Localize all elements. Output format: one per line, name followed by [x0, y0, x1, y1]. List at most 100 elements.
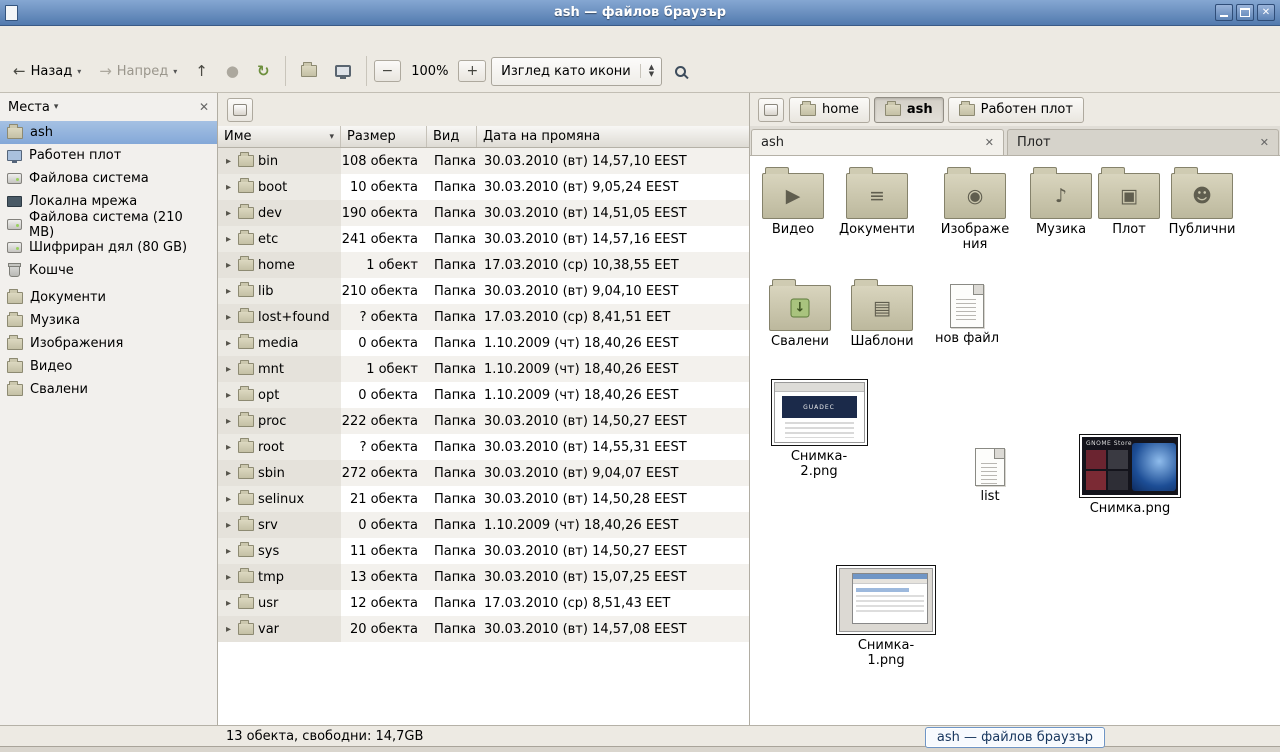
tree-row[interactable]: ▸ mnt 1 обект Папка 1.10.2009 (чт) 18,40…	[218, 356, 749, 382]
expander-icon[interactable]: ▸	[223, 598, 234, 609]
menu-item[interactable]	[22, 35, 40, 41]
folder-item[interactable]: ♪ Музика	[1025, 166, 1097, 237]
column-header-type[interactable]: Вид	[427, 126, 477, 147]
stop-button[interactable]: ●	[218, 57, 247, 85]
expander-icon[interactable]: ▸	[223, 260, 234, 271]
home-button[interactable]	[293, 58, 325, 84]
tree-row[interactable]: ▸ dev 190 обекта Папка 30.03.2010 (вт) 1…	[218, 200, 749, 226]
tree-row[interactable]: ▸ home 1 обект Папка 17.03.2010 (ср) 10,…	[218, 252, 749, 278]
folder-item[interactable]: ▶ Видео	[757, 166, 829, 237]
expander-icon[interactable]: ▸	[223, 338, 234, 349]
breadcrumb-button[interactable]: Работен плот	[948, 97, 1084, 123]
taskbar-window-button[interactable]: ash — файлов браузър	[925, 727, 1105, 748]
folder-item[interactable]: ▣ Плот	[1097, 166, 1161, 237]
sidebar-item[interactable]: Изображения	[0, 332, 217, 355]
up-button[interactable]: ↑	[187, 57, 216, 85]
tab-close-icon[interactable]: ✕	[985, 136, 994, 149]
menu-item[interactable]	[58, 35, 76, 41]
expander-icon[interactable]: ▸	[223, 494, 234, 505]
sidebar-item[interactable]: Свалени	[0, 378, 217, 401]
expander-icon[interactable]: ▸	[223, 156, 234, 167]
view-mode-dropdown[interactable]: Изглед като икони ▲▼	[491, 57, 662, 86]
sidebar-item[interactable]: Файлова система	[0, 167, 217, 190]
expander-icon[interactable]: ▸	[223, 208, 234, 219]
expander-icon[interactable]: ▸	[223, 286, 234, 297]
sidebar-item[interactable]: Файлова система (210 MB)	[0, 213, 217, 236]
column-header-name[interactable]: Име▾	[218, 126, 341, 147]
back-history-chevron-icon[interactable]: ▾	[77, 67, 81, 76]
tree-row[interactable]: ▸ root ? обекта Папка 30.03.2010 (вт) 14…	[218, 434, 749, 460]
menu-item[interactable]	[40, 35, 58, 41]
tree-row[interactable]: ▸ bin 108 обекта Папка 30.03.2010 (вт) 1…	[218, 148, 749, 174]
column-header-size[interactable]: Размер	[341, 126, 427, 147]
folder-item[interactable]: ☻ Публични	[1164, 166, 1240, 237]
image-item[interactable]: Снимка-1.png	[834, 565, 938, 668]
tree-row[interactable]: ▸ lost+found ? обекта Папка 17.03.2010 (…	[218, 304, 749, 330]
expander-icon[interactable]: ▸	[223, 234, 234, 245]
expander-icon[interactable]: ▸	[223, 364, 234, 375]
expander-icon[interactable]: ▸	[223, 182, 234, 193]
sidebar-item[interactable]: Видео	[0, 355, 217, 378]
sidebar-item[interactable]: Документи	[0, 286, 217, 309]
expander-icon[interactable]: ▸	[223, 520, 234, 531]
menu-item[interactable]	[4, 35, 22, 41]
expander-icon[interactable]: ▸	[223, 624, 234, 635]
root-location-button[interactable]	[227, 98, 253, 122]
tree-row[interactable]: ▸ etc 241 обекта Папка 30.03.2010 (вт) 1…	[218, 226, 749, 252]
tree-row[interactable]: ▸ lib 210 обекта Папка 30.03.2010 (вт) 9…	[218, 278, 749, 304]
sidebar-item[interactable]: Работен плот	[0, 144, 217, 167]
expander-icon[interactable]: ▸	[223, 572, 234, 583]
computer-button[interactable]	[327, 58, 359, 84]
sidebar-item[interactable]: Кошче	[0, 259, 217, 282]
folder-item[interactable]: ≡ Документи	[837, 166, 917, 237]
tab[interactable]: Плот ✕	[1007, 129, 1279, 155]
tab[interactable]: ash ✕	[751, 129, 1004, 155]
menu-item[interactable]	[76, 35, 94, 41]
breadcrumb-button[interactable]: home	[789, 97, 870, 123]
file-item[interactable]: нов файл	[932, 284, 1002, 346]
file-item[interactable]: list	[957, 448, 1023, 504]
search-button[interactable]	[667, 59, 694, 84]
tree-row[interactable]: ▸ opt 0 обекта Папка 1.10.2009 (чт) 18,4…	[218, 382, 749, 408]
column-header-date[interactable]: Дата на промяна	[477, 126, 749, 147]
tree-row[interactable]: ▸ tmp 13 обекта Папка 30.03.2010 (вт) 15…	[218, 564, 749, 590]
sidebar-title[interactable]: Места	[8, 100, 50, 115]
sidebar-close-icon[interactable]: ✕	[199, 100, 209, 114]
image-item[interactable]: GNOME Store Снимка.png	[1078, 434, 1182, 516]
minimize-button[interactable]	[1215, 4, 1233, 21]
tree-row[interactable]: ▸ proc 222 обекта Папка 30.03.2010 (вт) …	[218, 408, 749, 434]
reload-button[interactable]: ↻	[249, 57, 278, 85]
tree-row[interactable]: ▸ sys 11 обекта Папка 30.03.2010 (вт) 14…	[218, 538, 749, 564]
expander-icon[interactable]: ▸	[223, 546, 234, 557]
tree-row[interactable]: ▸ sbin 272 обекта Папка 30.03.2010 (вт) …	[218, 460, 749, 486]
breadcrumb-button[interactable]: ash	[874, 97, 944, 123]
back-button[interactable]: ← Назад ▾	[5, 57, 89, 86]
tree-row[interactable]: ▸ usr 12 обекта Папка 17.03.2010 (ср) 8,…	[218, 590, 749, 616]
folder-item[interactable]: ▤ Шаблони	[845, 278, 919, 349]
folder-item[interactable]: ◉ Изображения	[932, 166, 1018, 252]
zoom-in-button[interactable]: +	[458, 60, 486, 82]
tree-row[interactable]: ▸ var 20 обекта Папка 30.03.2010 (вт) 14…	[218, 616, 749, 642]
sidebar-item[interactable]: ash	[0, 121, 217, 144]
image-item[interactable]: GUADEC Снимка-2.png	[769, 379, 869, 479]
tree-row[interactable]: ▸ selinux 21 обекта Папка 30.03.2010 (вт…	[218, 486, 749, 512]
pathbar-toggle-button[interactable]	[758, 98, 784, 122]
expander-icon[interactable]: ▸	[223, 312, 234, 323]
tree-row[interactable]: ▸ boot 10 обекта Папка 30.03.2010 (вт) 9…	[218, 174, 749, 200]
folder-item[interactable]: ↓ Свалени	[764, 278, 836, 349]
tree-row[interactable]: ▸ srv 0 обекта Папка 1.10.2009 (чт) 18,4…	[218, 512, 749, 538]
titlebar[interactable]: ash — файлов браузър	[0, 0, 1280, 26]
expander-icon[interactable]: ▸	[223, 468, 234, 479]
tree-row[interactable]: ▸ media 0 обекта Папка 1.10.2009 (чт) 18…	[218, 330, 749, 356]
menu-item[interactable]	[94, 35, 112, 41]
sidebar-selector-chevron-icon[interactable]: ▾	[54, 102, 59, 112]
sidebar-item[interactable]: Шифриран дял (80 GB)	[0, 236, 217, 259]
forward-button[interactable]: → Напред ▾	[91, 57, 185, 86]
expander-icon[interactable]: ▸	[223, 442, 234, 453]
tab-close-icon[interactable]: ✕	[1260, 136, 1269, 149]
close-button[interactable]	[1257, 4, 1275, 21]
expander-icon[interactable]: ▸	[223, 416, 234, 427]
zoom-out-button[interactable]: −	[374, 60, 402, 82]
expander-icon[interactable]: ▸	[223, 390, 234, 401]
maximize-button[interactable]	[1236, 4, 1254, 21]
